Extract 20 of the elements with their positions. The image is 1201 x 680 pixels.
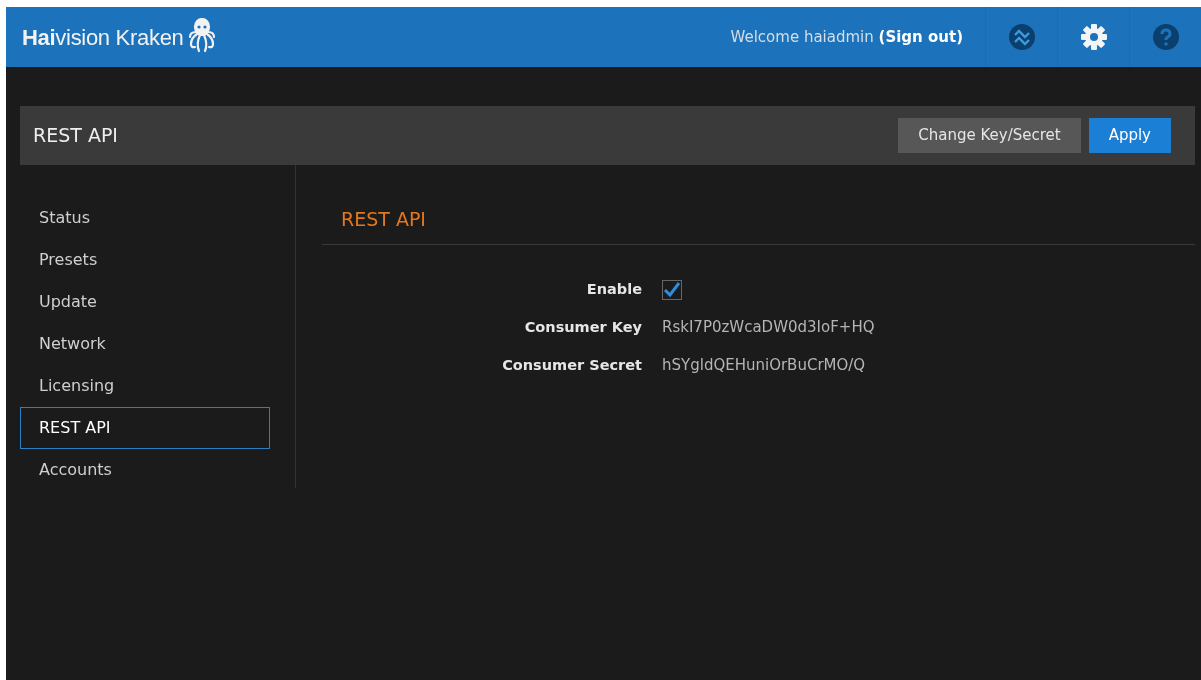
enable-checkbox[interactable] [662,279,682,300]
brand-logo-text: Haivision Kraken [22,23,184,52]
field-label: Consumer Key [523,317,643,337]
change-key-button[interactable]: Change Key/Secret [898,118,1081,153]
field-value: hSYgldQEHuniOrBuCrMO/Q [662,355,866,377]
sidebar-item[interactable]: Licensing [20,365,270,407]
welcome-text: Welcome haiadmin (Sign out) [730,26,963,48]
field-value: RskI7P0zWcaDW0d3IoF+HQ [662,317,875,339]
sidebar-item[interactable]: Update [20,281,270,323]
sidebar-item[interactable]: REST API [20,407,270,449]
field-label: Enable [585,279,643,299]
sidebar-item[interactable]: Status [20,197,270,239]
sidebar-item[interactable]: Accounts [20,449,270,491]
sidebar-item[interactable]: Network [20,323,270,365]
field-label: Consumer Secret [501,355,643,375]
apply-button[interactable]: Apply [1088,118,1171,153]
section-title: REST API [322,205,1195,245]
page-title: REST API [33,123,118,149]
sidebar-item[interactable]: Presets [20,239,270,281]
sign-out-link[interactable]: (Sign out) [878,27,963,46]
